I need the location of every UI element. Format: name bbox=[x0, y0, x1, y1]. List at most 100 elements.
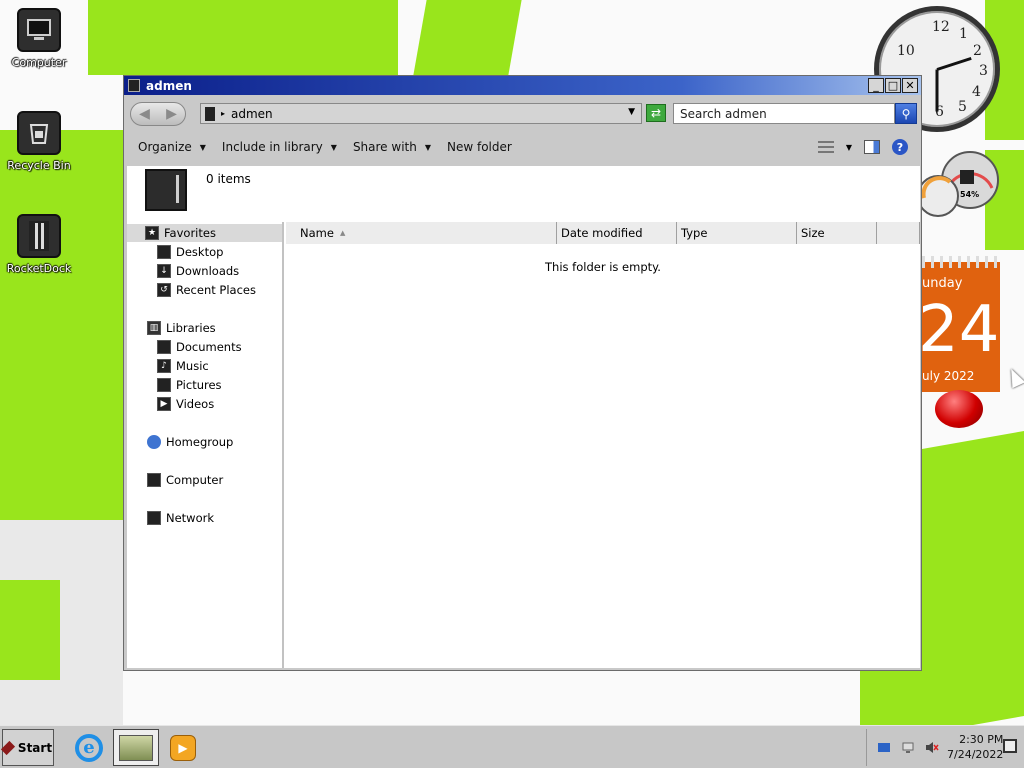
nav-label: Network bbox=[166, 511, 215, 525]
details-header: 0 items bbox=[127, 166, 920, 216]
taskbar-app-media-player[interactable]: ▶ bbox=[160, 729, 206, 766]
nav-label: Pictures bbox=[176, 378, 222, 392]
refresh-icon: ⇄ bbox=[650, 106, 662, 120]
column-name[interactable]: Name ▲ bbox=[286, 222, 557, 244]
taskbar-app-windows-explorer[interactable] bbox=[113, 729, 159, 766]
organize-button[interactable]: Organize ▼ bbox=[138, 140, 206, 154]
view-details-icon[interactable] bbox=[817, 141, 834, 153]
action-center-icon[interactable] bbox=[877, 741, 891, 754]
nav-item-videos[interactable]: ▶ Videos bbox=[157, 395, 214, 413]
desktop-icon-label: Recycle Bin bbox=[7, 159, 71, 172]
network-icon[interactable] bbox=[901, 741, 915, 754]
taskbar-app-internet-explorer[interactable]: e bbox=[66, 729, 112, 766]
search-input[interactable]: Search admen bbox=[673, 103, 895, 124]
music-icon: ♪ bbox=[157, 359, 171, 373]
libraries-icon: ▥ bbox=[147, 321, 161, 335]
cpu-meter-gadget[interactable]: 54% bbox=[917, 148, 1000, 218]
share-with-label: Share with bbox=[352, 140, 417, 154]
desktop-icon-recycle-bin[interactable]: Recycle Bin bbox=[1, 111, 77, 172]
preview-pane-icon[interactable] bbox=[864, 140, 880, 154]
include-in-library-button[interactable]: Include in library ▼ bbox=[222, 140, 337, 154]
title-bar[interactable]: admen bbox=[124, 76, 921, 95]
calendar-gadget[interactable]: unday 24 uly 2022 bbox=[918, 256, 1000, 392]
red-ball-gadget[interactable] bbox=[935, 390, 983, 428]
empty-folder-message: This folder is empty. bbox=[545, 260, 661, 274]
download-icon: ↓ bbox=[157, 264, 171, 278]
window-controls: _ □ ✕ bbox=[868, 78, 918, 93]
tray-clock[interactable]: 2:30 PM 7/24/2022 bbox=[947, 732, 1003, 762]
column-label: Size bbox=[801, 226, 825, 240]
navigation-pane[interactable]: ★ Favorites Desktop ↓ Downloads ↺ Recent… bbox=[127, 222, 284, 668]
nav-item-libraries[interactable]: ▥ Libraries bbox=[147, 319, 216, 337]
search-button[interactable]: ⚲ bbox=[895, 103, 917, 124]
column-type[interactable]: Type bbox=[677, 222, 797, 244]
help-icon[interactable]: ? bbox=[892, 139, 908, 155]
view-controls: ▼ ? bbox=[817, 133, 920, 161]
column-size[interactable]: Size bbox=[797, 222, 877, 244]
desktop-icon-computer[interactable]: Computer bbox=[1, 8, 77, 69]
internet-explorer-icon: e bbox=[75, 733, 103, 762]
recent-places-icon: ↺ bbox=[157, 283, 171, 297]
command-bar: Organize ▼ Include in library ▼ Share wi… bbox=[128, 133, 920, 161]
system-tray: 2:30 PM 7/24/2022 bbox=[866, 729, 1003, 766]
column-date-modified[interactable]: Date modified bbox=[557, 222, 677, 244]
show-desktop-button[interactable] bbox=[1003, 739, 1017, 753]
folder-icon bbox=[145, 169, 187, 211]
chevron-right-icon[interactable]: ▸ bbox=[221, 109, 225, 118]
start-label: Start bbox=[17, 740, 53, 755]
star-icon: ★ bbox=[145, 226, 159, 240]
explorer-window[interactable]: admen _ □ ✕ ◀ ▶ ▸ admen ▼ ⇄ Search admen… bbox=[123, 75, 922, 671]
volume-muted-icon[interactable] bbox=[925, 741, 939, 754]
desktop-icon-rocketdock[interactable]: RocketDock bbox=[1, 214, 77, 275]
calendar-day: unday bbox=[922, 276, 963, 291]
nav-item-recent-places[interactable]: ↺ Recent Places bbox=[157, 281, 256, 299]
chevron-down-icon: ▼ bbox=[424, 142, 431, 152]
close-button[interactable]: ✕ bbox=[902, 78, 918, 93]
nav-item-documents[interactable]: Documents bbox=[157, 338, 242, 356]
address-row: ◀ ▶ ▸ admen ▼ ⇄ Search admen ⚲ bbox=[128, 100, 920, 128]
start-button[interactable]: Start bbox=[0, 729, 54, 766]
clock-number: 5 bbox=[958, 99, 967, 115]
share-with-button[interactable]: Share with ▼ bbox=[353, 140, 431, 154]
address-path[interactable]: admen bbox=[231, 107, 273, 121]
address-bar[interactable]: ▸ admen ▼ bbox=[200, 103, 642, 124]
chevron-down-icon: ▼ bbox=[199, 142, 206, 152]
new-folder-button[interactable]: New folder bbox=[447, 140, 512, 154]
nav-item-pictures[interactable]: Pictures bbox=[157, 376, 222, 394]
clock-number: 1 bbox=[959, 26, 968, 42]
nav-item-computer[interactable]: Computer bbox=[147, 471, 223, 489]
documents-icon bbox=[157, 340, 171, 354]
refresh-button[interactable]: ⇄ bbox=[646, 104, 666, 122]
chevron-down-icon[interactable]: ▼ bbox=[846, 143, 852, 152]
media-player-icon: ▶ bbox=[170, 734, 196, 761]
minimize-button[interactable]: _ bbox=[868, 78, 884, 93]
nav-item-favorites[interactable]: ★ Favorites bbox=[127, 224, 282, 242]
folder-icon bbox=[205, 106, 215, 121]
clock-number: 4 bbox=[972, 84, 981, 100]
nav-label: Documents bbox=[176, 340, 242, 354]
folder-icon bbox=[128, 79, 140, 92]
clock-minute-hand bbox=[936, 56, 972, 71]
column-header: Name ▲ Date modified Type Size bbox=[286, 222, 920, 244]
videos-icon: ▶ bbox=[157, 397, 171, 411]
nav-item-network[interactable]: Network bbox=[147, 509, 214, 527]
calendar-rings bbox=[922, 256, 1000, 268]
windows-logo-icon bbox=[0, 740, 15, 755]
forward-arrow-icon[interactable]: ▶ bbox=[158, 103, 185, 125]
nav-item-downloads[interactable]: ↓ Downloads bbox=[157, 262, 239, 280]
nav-item-homegroup[interactable]: Homegroup bbox=[147, 433, 233, 451]
nav-label: Libraries bbox=[166, 321, 216, 335]
chevron-down-icon: ▼ bbox=[330, 142, 337, 152]
nav-label: Favorites bbox=[164, 226, 216, 240]
maximize-button[interactable]: □ bbox=[885, 78, 901, 93]
computer-icon bbox=[17, 8, 61, 52]
chevron-down-icon[interactable]: ▼ bbox=[628, 107, 635, 117]
nav-item-music[interactable]: ♪ Music bbox=[157, 357, 209, 375]
nav-item-desktop[interactable]: Desktop bbox=[157, 243, 223, 261]
nav-label: Homegroup bbox=[166, 435, 234, 449]
clock-number: 12 bbox=[932, 19, 950, 35]
file-list[interactable]: Name ▲ Date modified Type Size This fold… bbox=[286, 222, 920, 668]
back-arrow-icon[interactable]: ◀ bbox=[131, 103, 158, 125]
calendar-month: uly 2022 bbox=[922, 369, 975, 383]
tray-date: 7/24/2022 bbox=[947, 748, 1004, 761]
